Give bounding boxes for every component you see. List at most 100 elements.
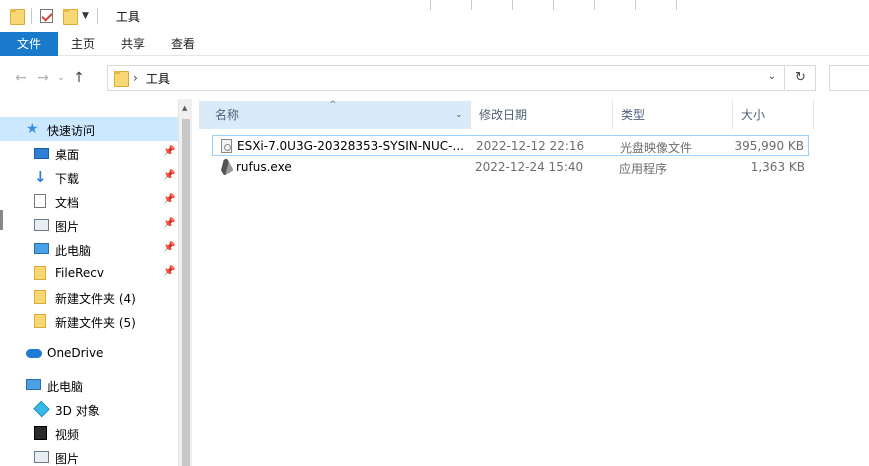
folder-icon (34, 266, 46, 280)
pin-icon[interactable]: 📌 (163, 242, 175, 253)
chevron-down-icon[interactable]: ⌄ (455, 101, 463, 129)
tab-view[interactable]: 查看 (158, 32, 208, 56)
pictures-icon (34, 219, 49, 231)
nav-quick-access[interactable]: ★ 快速访问 (0, 117, 178, 141)
nav-label: 文档 (55, 196, 80, 210)
folder-icon (114, 71, 129, 87)
ribbon-tabs: 文件 主页 共享 查看 (0, 32, 869, 56)
navigation-pane: ★ 快速访问 桌面 📌 ↓ 下载 📌 文档 📌 图片 📌 此电脑 📌 FileR… (0, 99, 178, 466)
address-bar[interactable]: › 工具 ⌄ (107, 65, 785, 91)
nav-desktop[interactable]: 桌面 📌 (0, 141, 178, 165)
quick-access-toolbar: ▼ (0, 0, 106, 32)
nav-new-folder-5[interactable]: 新建文件夹 (5) (0, 309, 178, 333)
nav-this-pc-pinned[interactable]: 此电脑 📌 (0, 237, 178, 261)
file-name: rufus.exe (236, 160, 292, 174)
folder-icon (34, 290, 46, 304)
column-header-name[interactable]: ^ 名称 ⌄ (199, 100, 471, 129)
computer-icon (26, 379, 41, 390)
file-date: 2022-12-24 15:40 (475, 160, 584, 174)
tab-home[interactable]: 主页 (58, 32, 108, 56)
up-button[interactable]: ↑ (68, 70, 90, 86)
folder-icon (10, 9, 25, 25)
window-title: 工具 (115, 9, 140, 24)
breadcrumb-separator-icon[interactable]: › (133, 71, 138, 85)
search-input[interactable] (829, 65, 869, 91)
nav-label: 3D 对象 (55, 404, 100, 418)
nav-new-folder-4[interactable]: 新建文件夹 (4) (0, 285, 178, 309)
back-button[interactable]: ← (10, 70, 32, 86)
disc-image-icon (221, 139, 232, 153)
file-row[interactable]: rufus.exe 2022-12-24 15:40 应用程序 1,363 KB (212, 157, 809, 178)
nav-scrollbar[interactable]: ▲ (178, 99, 192, 466)
new-folder-icon[interactable] (63, 9, 78, 25)
breadcrumb-current[interactable]: 工具 (146, 70, 170, 87)
nav-label: 图片 (55, 452, 80, 466)
nav-label: 此电脑 (55, 244, 92, 258)
nav-label: 桌面 (55, 148, 80, 162)
recent-locations-button[interactable]: ⌄ (54, 73, 68, 83)
pin-icon[interactable]: 📌 (163, 170, 175, 181)
scrollbar-thumb[interactable] (182, 119, 190, 466)
divider (96, 8, 98, 24)
document-icon (34, 194, 46, 208)
file-name: ESXi-7.0U3G-20328353-SYSIN-NUC-... (237, 139, 464, 153)
window-edge (0, 210, 3, 230)
star-icon: ★ (26, 121, 39, 137)
pin-icon[interactable]: 📌 (163, 266, 175, 277)
nav-pictures-pc[interactable]: 图片 (0, 445, 178, 466)
divider (31, 8, 32, 24)
file-date: 2022-12-12 22:16 (476, 139, 585, 153)
nav-label: 新建文件夹 (4) (55, 292, 136, 306)
nav-filerecv[interactable]: FileRecv 📌 (0, 261, 178, 285)
file-size: 395,990 KB (734, 139, 804, 153)
column-header-date[interactable]: 修改日期 (471, 101, 613, 129)
column-headers: ^ 名称 ⌄ 修改日期 类型 大小 (199, 100, 814, 129)
nav-onedrive[interactable]: OneDrive (0, 341, 178, 365)
pin-icon[interactable]: 📌 (163, 146, 175, 157)
column-header-size[interactable]: 大小 (733, 101, 814, 129)
cube-icon (33, 400, 50, 418)
usb-drive-icon (217, 158, 234, 176)
nav-3d-objects[interactable]: 3D 对象 (0, 397, 178, 421)
tab-share[interactable]: 共享 (108, 32, 158, 56)
tab-file[interactable]: 文件 (0, 32, 58, 56)
nav-label: OneDrive (47, 346, 104, 360)
nav-this-pc[interactable]: 此电脑 (0, 373, 178, 397)
file-row[interactable]: ESXi-7.0U3G-20328353-SYSIN-NUC-... 2022-… (212, 135, 809, 156)
column-label: 名称 (215, 108, 240, 122)
nav-downloads[interactable]: ↓ 下载 📌 (0, 165, 178, 189)
desktop-icon (34, 148, 49, 159)
properties-icon[interactable] (40, 9, 53, 23)
nav-pictures[interactable]: 图片 📌 (0, 213, 178, 237)
nav-label: 快速访问 (47, 124, 96, 138)
navigation-bar: ← → ⌄ ↑ › 工具 ⌄ ↻ (0, 57, 869, 99)
folder-icon (34, 314, 46, 328)
file-type: 光盘映像文件 (620, 141, 693, 155)
forward-button[interactable]: → (32, 70, 54, 86)
nav-label: 视频 (55, 428, 80, 442)
pin-icon[interactable]: 📌 (163, 218, 175, 229)
address-history-dropdown-icon[interactable]: ⌄ (768, 71, 776, 82)
pictures-icon (34, 451, 49, 463)
titlebar-decoration (430, 0, 720, 10)
refresh-button[interactable]: ↻ (786, 65, 816, 91)
nav-documents[interactable]: 文档 📌 (0, 189, 178, 213)
column-header-type[interactable]: 类型 (613, 101, 733, 129)
title-bar: ▼ 工具 (0, 0, 869, 32)
scroll-up-icon[interactable]: ▲ (182, 104, 187, 112)
nav-label: FileRecv (55, 266, 104, 280)
video-icon (34, 426, 47, 440)
download-icon: ↓ (34, 168, 47, 186)
nav-label: 图片 (55, 220, 80, 234)
computer-icon (34, 243, 49, 254)
nav-videos[interactable]: 视频 (0, 421, 178, 445)
customize-toolbar-dropdown-icon[interactable]: ▼ (82, 11, 89, 21)
nav-label: 下载 (55, 172, 80, 186)
pin-icon[interactable]: 📌 (163, 194, 175, 205)
nav-label: 新建文件夹 (5) (55, 316, 136, 330)
file-type: 应用程序 (619, 162, 668, 176)
file-size: 1,363 KB (750, 160, 805, 174)
onedrive-icon (26, 349, 42, 358)
nav-label: 此电脑 (47, 380, 84, 394)
sort-ascending-icon: ^ (329, 100, 337, 110)
